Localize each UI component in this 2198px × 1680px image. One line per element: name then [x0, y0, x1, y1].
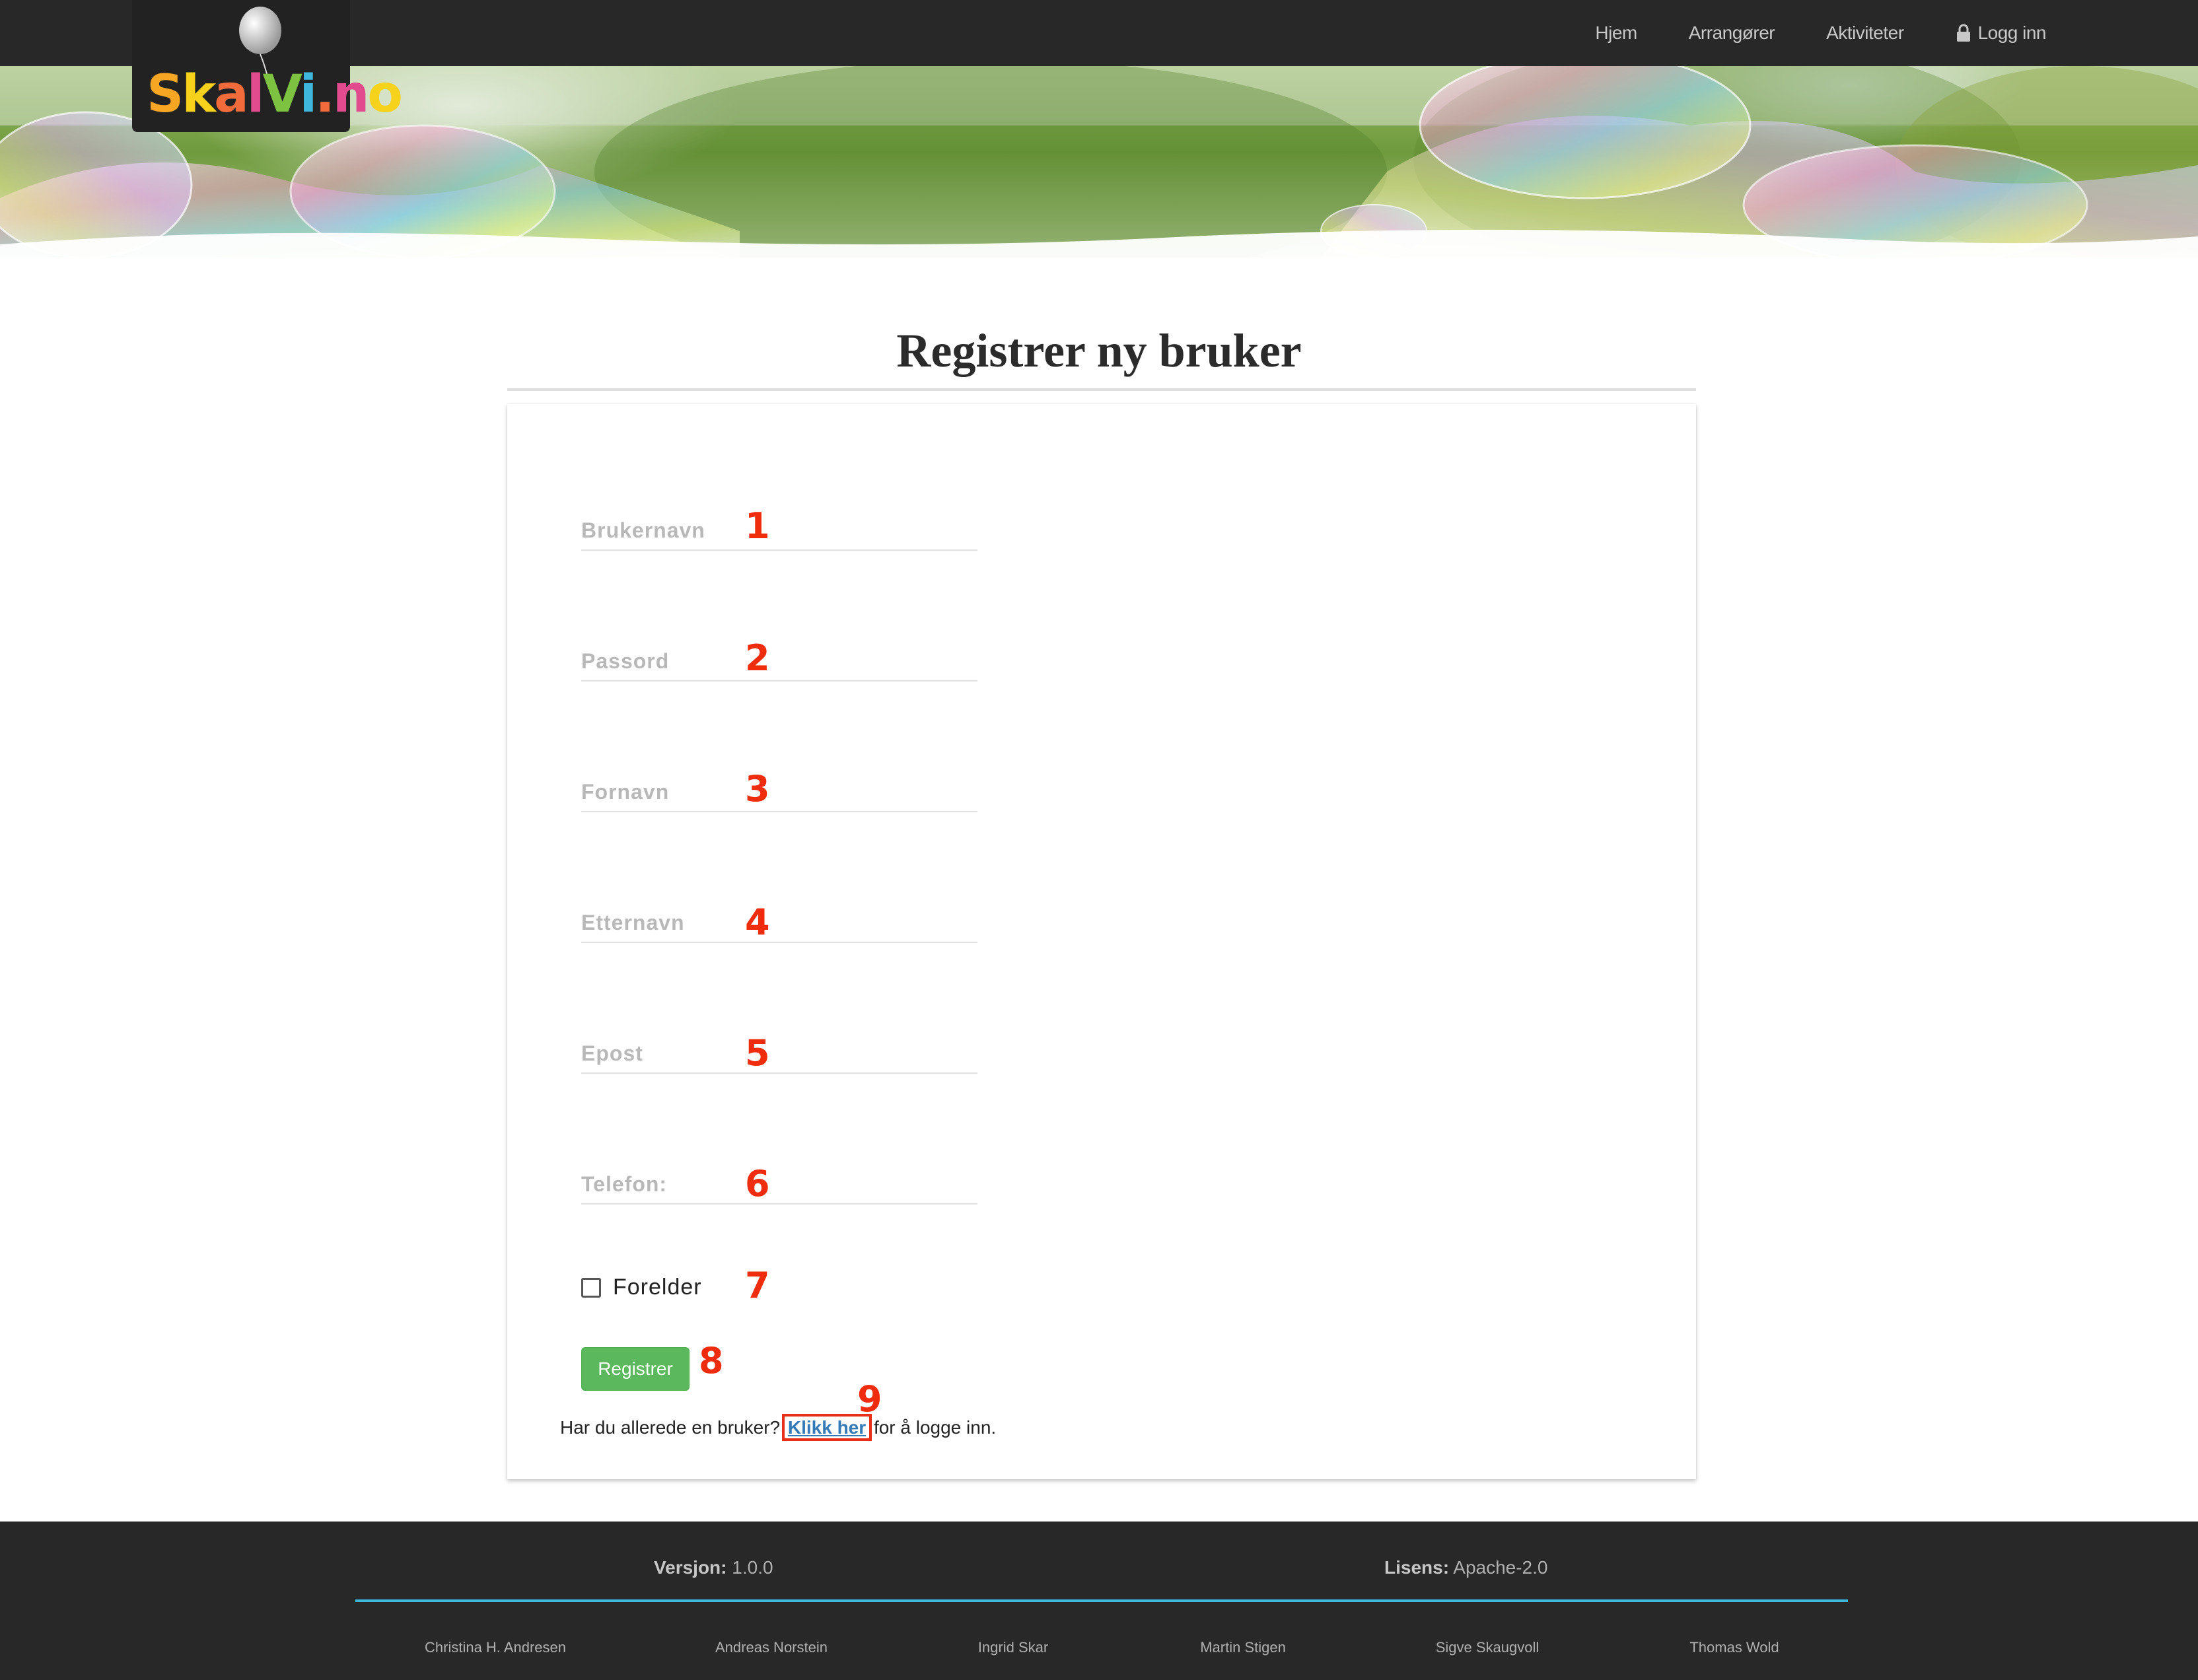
annotation-7: 7	[745, 1265, 770, 1306]
login-suffix-text: for å logge inn.	[873, 1417, 997, 1438]
title-divider	[507, 388, 1696, 391]
nav-link-arrangorer[interactable]: Arrangører	[1689, 22, 1775, 44]
version-label: Versjon:	[654, 1557, 727, 1578]
logg-inn-label: Logg inn	[1977, 22, 2047, 43]
author-name: Thomas Wold	[1689, 1639, 1779, 1656]
license-label: Lisens:	[1384, 1557, 1450, 1578]
email-field[interactable]: Epost	[581, 1028, 977, 1074]
author-name: Sigve Skaugvoll	[1435, 1639, 1540, 1656]
nav-links: Hjem Arrangører Aktiviteter Logg inn	[1595, 0, 2046, 66]
footer-license: Lisens: Apache-2.0	[1384, 1557, 1547, 1578]
authors-list: Christina H. Andresen Andreas Norstein I…	[357, 1639, 1847, 1665]
author-name: Martin Stigen	[1200, 1639, 1286, 1656]
page-title: Registrer ny bruker	[896, 324, 1302, 377]
phone-input[interactable]	[581, 1158, 977, 1203]
login-prompt-text: Har du allerede en bruker?	[560, 1417, 781, 1438]
register-button[interactable]: Registrer	[581, 1347, 690, 1391]
annotation-1: 1	[745, 505, 770, 547]
site-logo[interactable]: SkalVi.no	[132, 0, 403, 132]
phone-field[interactable]: Telefon:	[581, 1158, 977, 1205]
username-input[interactable]	[581, 505, 977, 549]
annotation-3: 3	[745, 768, 770, 810]
password-field[interactable]: Passord	[581, 635, 977, 682]
version-value: 1.0.0	[732, 1557, 773, 1578]
annotation-6: 6	[745, 1163, 770, 1205]
logo-text: SkalVi.no	[147, 65, 403, 124]
license-value: Apache-2.0	[1453, 1557, 1548, 1578]
annotation-5: 5	[745, 1032, 770, 1074]
parent-checkbox-row[interactable]: Forelder	[581, 1275, 702, 1300]
annotation-8: 8	[699, 1340, 724, 1382]
firstname-input[interactable]	[581, 766, 977, 811]
lastname-input[interactable]	[581, 897, 977, 942]
footer-divider	[355, 1599, 1848, 1602]
email-input[interactable]	[581, 1028, 977, 1072]
annotation-4: 4	[745, 901, 770, 943]
login-prompt: Har du allerede en bruker? Klikk her for…	[560, 1414, 997, 1441]
author-name: Andreas Norstein	[715, 1639, 828, 1656]
nav-link-aktiviteter[interactable]: Aktiviteter	[1826, 22, 1904, 44]
firstname-field[interactable]: Fornavn	[581, 766, 977, 812]
nav-link-hjem[interactable]: Hjem	[1595, 22, 1637, 44]
footer-version: Versjon: 1.0.0	[654, 1557, 773, 1578]
lastname-field[interactable]: Etternavn	[581, 897, 977, 943]
nav-link-logg-inn[interactable]: Logg inn	[1956, 22, 2047, 44]
lock-icon	[1956, 24, 1970, 42]
author-name: Christina H. Andresen	[425, 1639, 566, 1656]
author-name: Ingrid Skar	[977, 1639, 1049, 1656]
footer: Versjon: 1.0.0 Lisens: Apache-2.0 Christ…	[0, 1522, 2198, 1680]
annotation-2: 2	[745, 637, 770, 679]
login-link[interactable]: Klikk her	[781, 1414, 872, 1441]
registration-form-card: Brukernavn 1 Passord 2 Fornavn 3 Etterna…	[507, 404, 1696, 1479]
annotation-9: 9	[857, 1378, 882, 1420]
parent-checkbox[interactable]	[581, 1277, 601, 1298]
parent-checkbox-label[interactable]: Forelder	[613, 1275, 702, 1300]
password-input[interactable]	[581, 635, 977, 680]
username-field[interactable]: Brukernavn	[581, 505, 977, 551]
